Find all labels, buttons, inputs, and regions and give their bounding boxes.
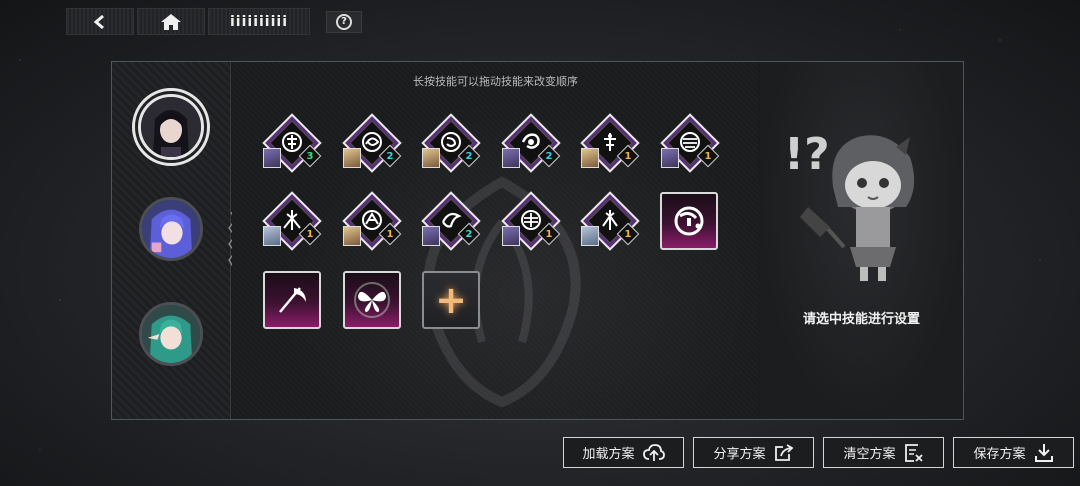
help-icon: ? [336,14,352,30]
skill-slot-5[interactable]: 1 [580,113,641,173]
skill-slot-9[interactable]: 2 [421,191,481,251]
character-avatar-3[interactable] [139,302,203,366]
spiral-glyph-icon [674,206,704,236]
skill-emblem-icon [361,210,382,230]
butterfly-icon [354,282,390,318]
character-mini-portrait [422,226,441,246]
skill-emblem-icon [442,212,462,228]
skill-level-badge: 2 [457,222,481,246]
character-mini-portrait [263,226,281,246]
skill-card-1[interactable] [660,192,718,250]
skill-level-badge: 1 [696,144,720,168]
skill-level: 1 [704,150,712,162]
character-mini-portrait [581,148,600,168]
character-mini-portrait [661,148,679,168]
character-avatar-1[interactable] [132,88,210,166]
skill-emblem-icon [521,133,540,149]
back-button[interactable] [66,8,134,35]
load-plan-button[interactable]: 加载方案 [563,437,684,468]
save-plan-button[interactable]: 保存方案 [953,437,1074,468]
skill-card-3[interactable] [343,271,401,329]
skill-config-panel: 长按技能可以拖动技能来改变顺序 3 2 2 2 1 1 1 1 2 1 1 + !? 请选中技能进行… [111,61,964,420]
skill-level-badge: 3 [298,144,322,168]
skill-level: 2 [465,228,473,240]
character-mini-portrait [581,226,600,246]
home-icon [161,13,181,30]
back-arrow-icon [93,14,104,29]
skill-level: 1 [386,228,394,240]
skill-slot-4[interactable]: 2 [501,113,561,173]
skill-level: 1 [624,228,632,240]
character-avatar-2[interactable] [139,197,203,261]
skill-level-badge: 2 [457,144,481,168]
skill-slot-10[interactable]: 1 [501,191,561,251]
skill-level: 2 [465,150,473,162]
skill-slot-8[interactable]: 1 [341,191,402,251]
clear-plan-button[interactable]: 清空方案 [823,437,944,468]
skill-card-2[interactable] [263,271,321,329]
save-plan-label: 保存方案 [973,447,1026,462]
skill-emblem-icon [282,132,302,152]
skill-emblem-icon [604,133,617,151]
skill-slot-1[interactable]: 3 [262,113,322,173]
skill-slot-11[interactable]: 1 [580,191,641,251]
skill-emblem-icon [680,132,700,152]
skill-info-area: !? 请选中技能进行设置 [760,62,963,419]
plus-icon: + [435,278,467,322]
skill-slot-6[interactable]: 1 [660,113,720,173]
character-mini-portrait [263,148,281,168]
clear-plan-label: 清空方案 [843,447,896,462]
download-icon [1034,443,1053,462]
action-bar: 加载方案 分享方案 清空方案 保存方案 [563,437,1074,468]
share-icon [774,443,793,461]
cloud-upload-icon [642,443,665,461]
skill-emblem-icon [441,132,462,152]
avatar [139,302,203,366]
skill-level: 2 [545,150,553,162]
skill-emblem-icon [283,210,301,230]
add-skill-button[interactable]: + [422,271,480,329]
share-plan-label: 分享方案 [713,447,766,462]
character-mini-portrait [501,226,520,246]
skill-area: 长按技能可以拖动技能来改变顺序 3 2 2 2 1 1 1 1 2 1 1 + [232,62,759,419]
skill-slot-7[interactable]: 1 [262,191,322,251]
character-sidebar [112,62,236,419]
select-skill-prompt: 请选中技能进行设置 [802,312,920,327]
character-mini-portrait [342,148,361,168]
mascot-question-illustration: !? [784,129,915,281]
character-mini-portrait [342,226,361,246]
skill-level: 1 [306,228,314,240]
skill-level-badge: 1 [617,144,640,168]
help-button[interactable]: ? [326,11,362,33]
skill-slot-3[interactable]: 2 [421,113,481,173]
load-plan-label: 加载方案 [582,447,635,462]
skill-emblem-icon [361,132,382,152]
character-mini-portrait [501,148,520,168]
drag-hint: 长按技能可以拖动技能来改变顺序 [413,75,578,88]
share-plan-button[interactable]: 分享方案 [693,437,814,468]
clear-icon [904,443,923,462]
page-title: iiiiiiiiii [208,8,310,35]
skill-emblem-icon [520,210,541,230]
selected-ring [132,88,210,166]
skill-level: 2 [386,150,394,162]
skill-level: 1 [545,228,553,240]
skill-emblem-icon [602,210,619,230]
svg-text:!?: !? [784,129,830,180]
home-button[interactable] [137,8,205,35]
skill-level-badge: 1 [298,222,322,246]
scythe-icon [279,287,306,313]
avatar [139,197,203,261]
character-mini-portrait [422,148,441,168]
top-bar: iiiiiiiiii [66,8,310,35]
skill-level: 1 [624,150,632,162]
skill-level-badge: 1 [617,222,640,246]
skill-level: 3 [306,150,314,162]
skill-slot-2[interactable]: 2 [341,113,402,173]
